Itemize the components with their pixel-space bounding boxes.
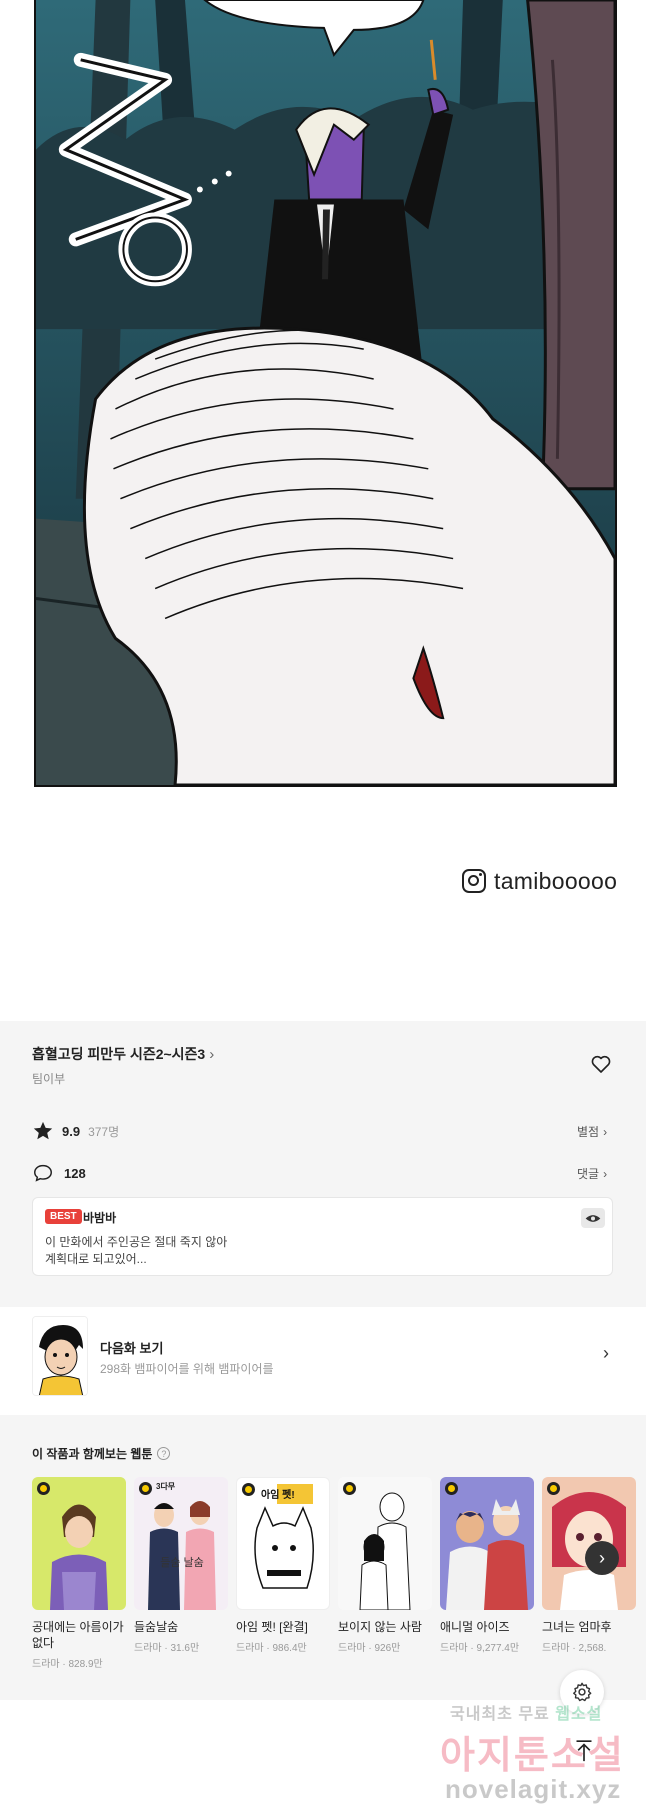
recommendation-card[interactable]: 아임 펫! 아임 펫! [완결] 드라마 · 986.4만 [236,1477,330,1677]
card-art-text: 아임 펫! [261,1490,295,1501]
card-title: 들숨날숨 [134,1620,179,1634]
chevron-right-icon: › [599,1547,605,1568]
heart-icon[interactable] [589,1052,613,1076]
card-art-text: 들숨 날숨 [160,1557,204,1569]
author-name[interactable]: 팀이부 [32,1070,65,1087]
card-meta: 드라마 · 31.6만 [134,1643,200,1654]
arrow-up-icon [576,1740,592,1762]
best-comment-user: 바밤바 [83,1211,117,1225]
card-thumbnail: 아임 펫! [236,1477,330,1610]
recommendation-card[interactable]: 그녀는 엄마후 드라마 · 2,568. [542,1477,636,1677]
next-episode-thumbnail[interactable] [32,1316,88,1396]
best-badge: BEST [45,1209,82,1224]
card-meta: 드라마 · 828.9만 [32,1659,103,1670]
next-episode-desc: 298화 뱀파이어를 위해 뱀파이어를 [100,1362,274,1376]
chevron-right-icon: › [603,1166,608,1181]
star-icon [33,1121,53,1140]
rating-row: 9.9 377명 [32,1120,119,1142]
card-thumbnail [440,1477,534,1610]
card-thumbnail [338,1477,432,1610]
card-thumbnail [32,1477,126,1610]
card-meta: 드라마 · 926만 [338,1643,401,1654]
card-title: 보이지 않는 사람 [338,1620,422,1634]
best-comment-line-2: 계획대로 되고있어... [45,1252,147,1266]
recommendation-card[interactable]: 3다무 들숨 날숨 들숨날숨 드라마 · 31.6만 [134,1477,228,1677]
settings-button[interactable] [560,1670,604,1714]
help-icon[interactable]: ? [157,1447,171,1460]
recommendation-card[interactable]: 보이지 않는 사람 드라마 · 926만 [338,1477,432,1677]
best-comment-text: 이 만화에서 주인공은 절대 죽지 않아 계획대로 되고있어... [45,1234,445,1268]
comment-row: 128 [32,1162,86,1184]
best-comment-card[interactable]: BEST 바밤바 이 만화에서 주인공은 절대 죽지 않아 계획대로 되고있어.… [32,1197,613,1276]
recommendations-title: 이 작품과 함께보는 웹툰 [32,1447,153,1461]
card-meta: 드라마 · 2,568. [542,1643,607,1654]
next-episode-title: 다음화 보기 [100,1341,164,1356]
clock-icon [242,1483,255,1496]
card-title: 공대에는 아름이가 없다 [32,1620,124,1650]
recommendation-card[interactable]: 공대에는 아름이가 없다 드라마 · 828.9만 [32,1477,126,1677]
site-watermark: 국내최초 무료 웹소설 아지툰소설 novelagit.xyz [440,1700,640,1815]
rating-score: 9.9 [62,1123,81,1139]
author-instagram-credit: tamibooooo [462,866,617,896]
comments-button[interactable]: 댓글 › [577,1165,607,1182]
watermark-line-1a: 국내최초 무료 [450,1706,556,1723]
comic-panel [34,0,617,787]
clock-icon [547,1482,560,1495]
eye-icon[interactable] [581,1208,605,1228]
instagram-icon [462,869,486,893]
clock-icon [37,1482,50,1495]
comic-illustration [36,0,615,785]
rate-button[interactable]: 별점 › [577,1123,607,1140]
card-title: 아임 펫! [완결] [236,1620,308,1634]
rating-count: 377명 [88,1124,120,1139]
card-meta: 드라마 · 9,277.4만 [440,1643,520,1654]
comment-count: 128 [64,1165,86,1181]
recommendation-carousel: 공대에는 아름이가 없다 드라마 · 828.9만 3다무 들숨 날숨 들숨날숨… [32,1477,646,1677]
instagram-handle: tamibooooo [494,867,618,894]
card-meta: 드라마 · 986.4만 [236,1643,307,1654]
card-title: 애니멀 아이즈 [440,1620,510,1634]
chevron-right-icon: › [209,1045,215,1063]
next-episode-row[interactable] [0,1307,646,1415]
carousel-next-button[interactable]: › [585,1541,619,1575]
chevron-right-icon: › [603,1124,608,1139]
comment-icon [34,1164,52,1182]
clock-icon [139,1482,152,1495]
scroll-to-top-button[interactable] [570,1734,598,1770]
best-comment-line-1: 이 만화에서 주인공은 절대 죽지 않아 [45,1235,228,1249]
card-title: 그녀는 엄마후 [542,1620,612,1634]
card-badge: 3다무 [156,1482,176,1491]
clock-icon [445,1482,458,1495]
card-thumbnail: 3다무 들숨 날숨 [134,1477,228,1610]
series-title-link[interactable]: 흡혈고딩 피만두 시즌2~시즌3 › [32,1044,214,1064]
rate-label: 별점 [577,1125,600,1139]
gear-icon [573,1682,592,1702]
card-thumbnail [542,1477,636,1610]
comments-label: 댓글 [577,1167,600,1181]
watermark-line-3: novelagit.xyz [445,1774,622,1804]
clock-icon [343,1482,356,1495]
recommendations-heading: 이 작품과 함께보는 웹툰 ? [32,1445,171,1462]
chevron-right-icon[interactable]: › [603,1343,609,1364]
recommendation-card[interactable]: 애니멀 아이즈 드라마 · 9,277.4만 [440,1477,534,1677]
series-title: 흡혈고딩 피만두 시즌2~시즌3 [32,1046,206,1062]
